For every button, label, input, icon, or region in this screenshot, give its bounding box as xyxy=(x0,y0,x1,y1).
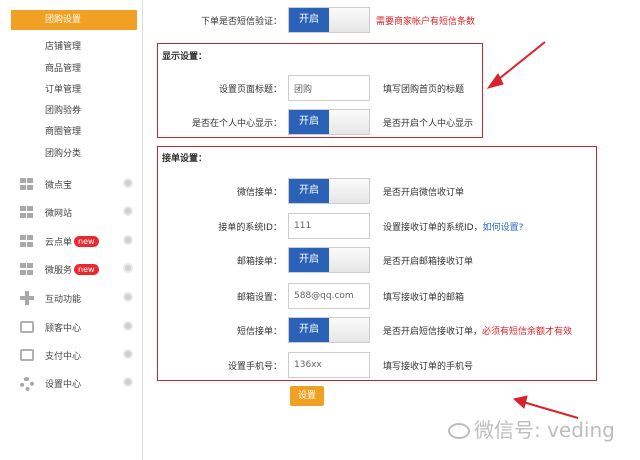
arrowhead-order-settings xyxy=(512,395,528,409)
app-page: 团购设置 店铺管理 商品管理 订单管理 团购验券 商圈管理 团购分类 微点宝 微… xyxy=(0,0,640,460)
arrow-display-settings xyxy=(494,41,546,83)
arrowhead-display-settings xyxy=(486,73,504,89)
wechat-logo-icon xyxy=(448,423,470,439)
annotation-arrows xyxy=(486,41,579,419)
watermark: 微信号: veding xyxy=(448,414,615,443)
